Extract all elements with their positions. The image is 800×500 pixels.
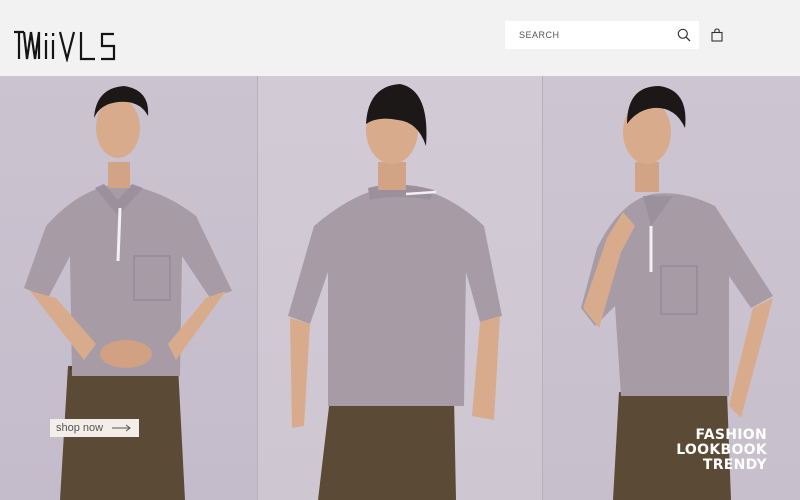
- lookbook-tagline: FASHION LOOKBOOK TRENDY: [676, 428, 767, 473]
- tagline-line-1: FASHION: [695, 427, 767, 443]
- tagline-line-2: LOOKBOOK: [676, 442, 767, 458]
- tagline-line-3: TRENDY: [702, 457, 767, 473]
- shop-now-label: shop now: [56, 422, 104, 434]
- search-bar: [505, 21, 699, 49]
- site-header: [0, 0, 800, 76]
- lookbook-photo-back[interactable]: [257, 76, 543, 500]
- search-icon[interactable]: [677, 28, 691, 42]
- shop-now-button[interactable]: shop now: [50, 419, 139, 437]
- search-input[interactable]: [519, 27, 664, 43]
- hero-banner: shop now FASHION LOOKBOOK TRENDY: [0, 76, 800, 500]
- shopping-bag-icon[interactable]: [710, 28, 724, 42]
- brand-logo[interactable]: [13, 30, 129, 62]
- arrow-right-icon: [112, 424, 131, 432]
- lookbook-photo-front[interactable]: shop now: [0, 76, 257, 500]
- lookbook-photo-side[interactable]: FASHION LOOKBOOK TRENDY: [542, 76, 800, 500]
- model-back-illustration: [288, 84, 502, 500]
